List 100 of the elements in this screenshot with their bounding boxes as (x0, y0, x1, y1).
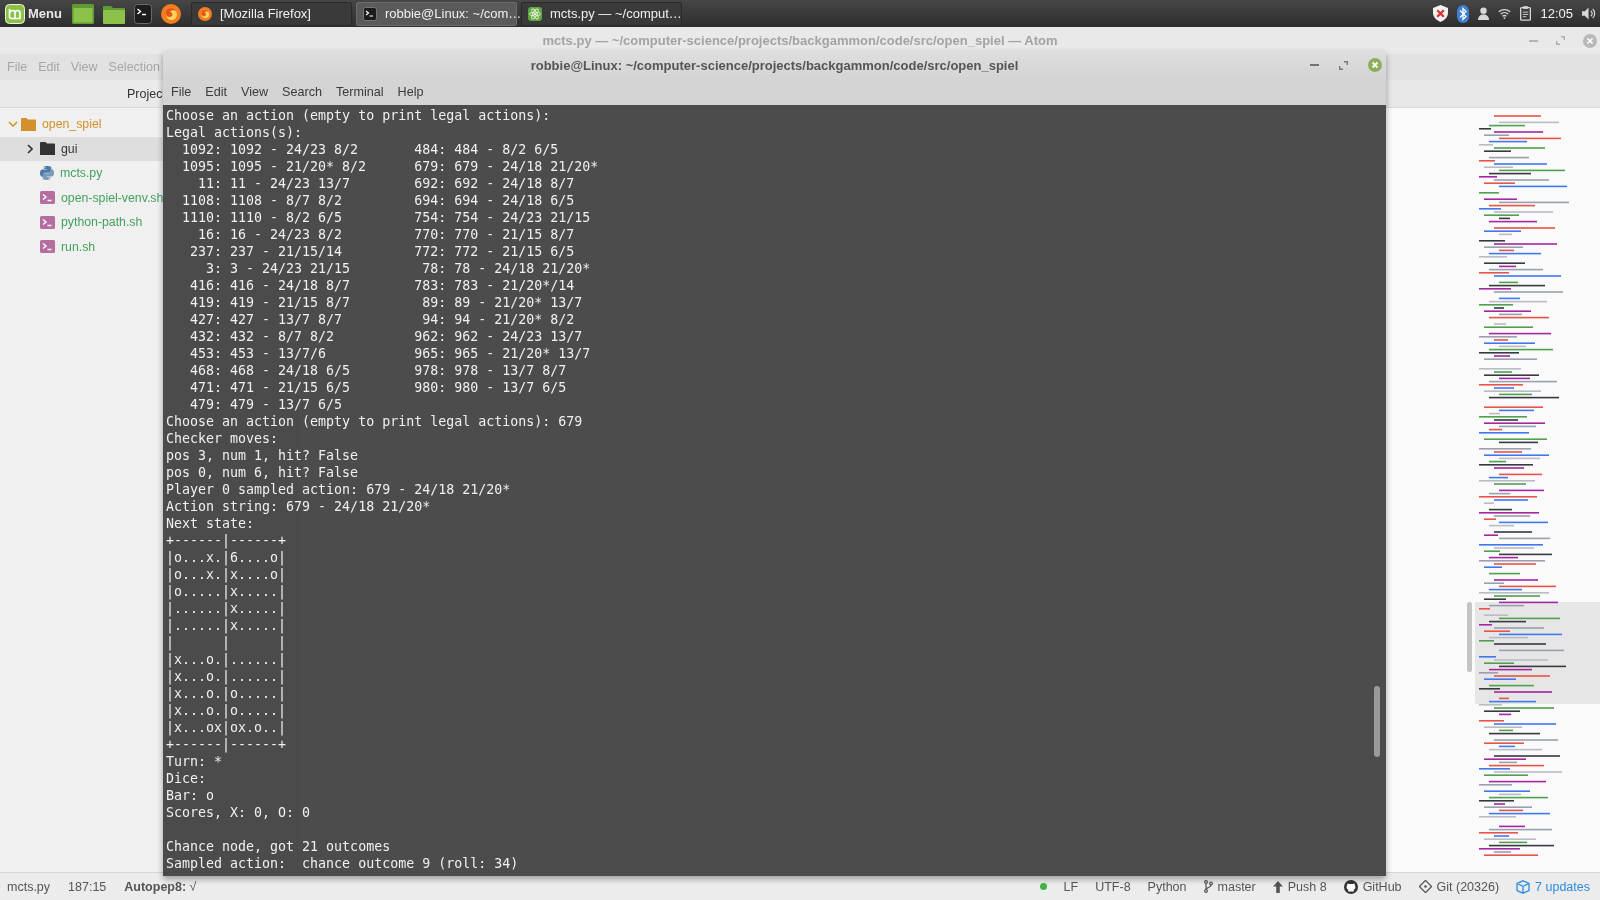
legal-action: 419: 419 - 21/15 8/7 (190, 294, 351, 311)
legal-action: 1092: 1092 - 24/23 8/2 (182, 141, 359, 158)
legal-action: 89: 89 - 21/20* 13/7 (422, 294, 583, 311)
board-row: |o...x.|x....o| (166, 566, 287, 583)
shell-file-icon (40, 215, 55, 229)
terminal-line: Player 0 sampled action: 679 - 24/18 21/20* (166, 481, 511, 498)
legal-action: 692: 692 - 24/18 8/7 (414, 175, 575, 192)
board-row: +------|------+ (166, 736, 287, 753)
terminal-line: pos 3, num 1, hit? False (166, 447, 359, 464)
terminal-line: Bar: o (166, 787, 215, 804)
legal-action: 16: 16 - 24/23 8/2 (198, 226, 343, 243)
legal-action: 978: 978 - 13/7 8/7 (414, 362, 567, 379)
legal-action: 432: 432 - 8/7 8/2 (190, 328, 335, 345)
terminal-line: Choose an action (empty to print legal actions): (166, 107, 551, 124)
terminal-icon (362, 6, 377, 21)
legal-action: 78: 78 - 24/18 21/20* (422, 260, 591, 277)
python-icon (40, 166, 54, 181)
minimize-icon (1529, 39, 1538, 42)
language-button[interactable]: Python (1147, 879, 1187, 894)
github-button[interactable]: GitHub (1343, 879, 1402, 894)
dock-tab[interactable]: Projec (127, 86, 163, 101)
clipboard-icon[interactable] (1520, 6, 1532, 21)
minimize-icon (1310, 64, 1319, 66)
terminal-line: Legal actions(s): (166, 124, 303, 141)
board-row: |o.....|x.....| (166, 583, 287, 600)
maximize-button[interactable] (1339, 60, 1348, 70)
menu-item[interactable]: Terminal (329, 83, 391, 101)
file-path[interactable]: mcts.py (7, 879, 51, 894)
bluetooth-icon[interactable] (1457, 4, 1470, 23)
legal-action: 416: 416 - 24/18 8/7 (190, 277, 351, 294)
terminal-line: pos 0, num 6, hit? False (166, 464, 359, 481)
terminal-line: Scores, X: 0, O: 0 (166, 804, 311, 821)
folder-icon[interactable] (102, 3, 125, 24)
scrollbar-thumb[interactable] (1374, 686, 1380, 757)
legal-action: 754: 754 - 24/23 21/15 (414, 209, 591, 226)
board-row: | | | (166, 634, 287, 651)
legal-action: 453: 453 - 13/7/6 (190, 345, 327, 362)
shield-icon[interactable] (1433, 5, 1449, 22)
close-icon (1583, 33, 1597, 48)
menu-item[interactable]: Edit (198, 83, 234, 101)
board-row: |x...o.|......| (166, 668, 287, 685)
volume-icon[interactable] (1582, 7, 1596, 20)
legal-action: 479: 479 - 13/7 6/5 (190, 396, 343, 413)
legal-action: 980: 980 - 13/7 6/5 (414, 379, 567, 396)
legal-action: 1108: 1108 - 8/7 8/2 (182, 192, 343, 209)
taskbar-window-button[interactable]: mcts.py — ~/comput… (520, 1, 682, 26)
board-row: |o...x.|6....o| (166, 549, 287, 566)
arrow-up-icon (1272, 880, 1283, 893)
legal-action: 471: 471 - 21/15 6/5 (190, 379, 351, 396)
branch-button[interactable]: master (1203, 879, 1256, 894)
git-icon (1418, 880, 1432, 893)
terminal-line: Sampled action: chance outcome 9 (roll: 34) (166, 855, 519, 872)
firefox-icon[interactable] (160, 3, 181, 24)
cursor-position[interactable]: 187:15 (68, 879, 107, 894)
menu-button[interactable]: Menu (5, 3, 62, 24)
taskbar-window-button[interactable]: [Mozilla Firefox] (190, 1, 352, 26)
terminal-line: Action string: 679 - 24/18 21/20* (166, 498, 431, 515)
git-button[interactable]: Git (20326) (1418, 879, 1500, 894)
board-row: |......|x.....| (166, 617, 287, 634)
legal-action: 1110: 1110 - 8/2 6/5 (182, 209, 343, 226)
legal-action: 770: 770 - 21/15 8/7 (414, 226, 575, 243)
package-icon (1516, 879, 1531, 894)
status-dot-icon (1039, 883, 1047, 890)
mint-logo-icon (5, 3, 25, 24)
close-icon (1368, 58, 1382, 72)
legal-action: 679: 679 - 24/18 21/20* (414, 158, 599, 175)
legal-action: 1095: 1095 - 21/20* 8/2 (182, 158, 367, 175)
board-row: +------|------+ (166, 532, 287, 549)
menu-item[interactable]: File (164, 83, 199, 101)
legal-action: 962: 962 - 24/23 13/7 (414, 328, 583, 345)
desktop-icon[interactable] (71, 3, 94, 24)
menu-item[interactable]: Help (390, 83, 431, 101)
push-button[interactable]: Push 8 (1272, 879, 1327, 894)
terminal-line: Dice: (166, 770, 207, 787)
legal-action: 694: 694 - 24/18 6/5 (414, 192, 575, 209)
legal-action: 237: 237 - 21/15/14 (190, 243, 343, 260)
line-ending-button[interactable]: LF (1063, 879, 1079, 894)
clock[interactable]: 12:05 (1540, 6, 1573, 21)
board-row: |x...ox|ox.o..| (166, 719, 287, 736)
user-icon[interactable] (1478, 7, 1490, 20)
legal-action: 468: 468 - 24/18 6/5 (190, 362, 351, 379)
firefox-icon (197, 6, 212, 21)
window-title: robbie@Linux: ~/computer-science/projects/backgammon/code/src/open_spiel (530, 57, 1019, 73)
maximize-icon (1339, 60, 1348, 70)
board-row: |......|x.....| (166, 600, 287, 617)
window-title: mcts.py — ~/computer-science/projects/backgammon/code/src/open_spiel — Atom (542, 33, 1058, 48)
encoding-button[interactable]: UTF-8 (1095, 879, 1131, 894)
terminal-icon[interactable] (133, 3, 152, 24)
wifi-icon[interactable] (1498, 8, 1512, 19)
tree-item[interactable]: gui (0, 136, 163, 161)
menu-item[interactable]: View (234, 83, 276, 101)
menu-item[interactable]: Search (275, 83, 329, 101)
scrollbar-thumb[interactable] (1467, 602, 1472, 672)
terminal-line: Turn: * (166, 753, 223, 770)
legal-action: 94: 94 - 21/20* 8/2 (422, 311, 575, 328)
branch-icon (1203, 880, 1213, 893)
legal-action: 772: 772 - 21/15 6/5 (414, 243, 575, 260)
board-row: |x...o.|o.....| (166, 685, 287, 702)
board-row: |x...o.|o.....| (166, 702, 287, 719)
legal-action: 484: 484 - 8/2 6/5 (414, 141, 559, 158)
